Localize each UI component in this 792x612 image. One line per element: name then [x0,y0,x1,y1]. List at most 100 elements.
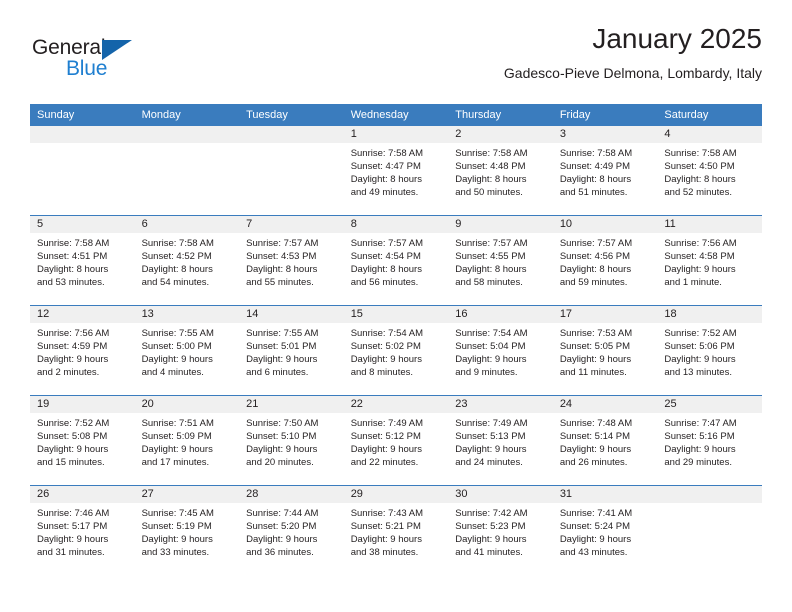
daylight-duration-line1: Daylight: 9 hours [559,354,632,366]
sunset-time: Sunset: 4:59 PM [37,341,108,353]
sunset-time: Sunset: 4:47 PM [350,161,421,173]
calendar-day-cell[interactable]: 15 Sunrise: 7:54 AM Sunset: 5:02 PM Dayligh… [343,305,449,396]
sunrise-time: Sunrise: 7:57 AM [350,238,424,249]
day-number: 29 [343,486,449,503]
calendar-day-cell[interactable]: 10 Sunrise: 7:57 AM Sunset: 4:56 PM Dayligh… [552,215,658,306]
day-number [239,126,344,143]
sunrise-time: Sunrise: 7:47 AM [664,418,737,429]
daylight-duration-line2: and 17 minutes. [141,457,210,469]
sunrise-time: Sunrise: 7:46 AM [37,508,110,519]
calendar-day-cell[interactable]: 17 Sunrise: 7:53 AM Sunset: 5:05 PM Dayligh… [552,305,658,396]
day-details: Sunrise: 7:52 AM Sunset: 5:08 PM Daylight:… [30,413,135,469]
sunset-time: Sunset: 4:50 PM [664,161,735,173]
day-details: Sunrise: 7:41 AM Sunset: 5:24 PM Daylight:… [553,503,658,559]
daylight-duration-line2: and 26 minutes. [559,457,628,469]
sunrise-time: Sunrise: 7:54 AM [350,328,424,339]
day-details: Sunrise: 7:58 AM Sunset: 4:49 PM Daylight:… [553,143,658,199]
page-title: January 2025 [592,23,762,54]
daylight-duration-line1: Daylight: 9 hours [664,354,736,366]
sunset-time: Sunset: 5:17 PM [37,521,108,533]
day-details: Sunrise: 7:55 AM Sunset: 5:01 PM Daylight:… [239,323,344,379]
sunrise-time: Sunrise: 7:57 AM [559,238,633,249]
calendar-day-cell[interactable]: 11 Sunrise: 7:56 AM Sunset: 4:58 PM Dayligh… [657,215,762,306]
day-details: Sunrise: 7:55 AM Sunset: 5:00 PM Daylight:… [135,323,240,379]
day-number: 19 [30,396,135,413]
day-details: Sunrise: 7:56 AM Sunset: 4:58 PM Daylight:… [657,233,762,289]
calendar-day-cell[interactable]: 22 Sunrise: 7:49 AM Sunset: 5:12 PM Dayligh… [343,395,449,486]
calendar-day-cell[interactable]: 5 Sunrise: 7:58 AM Sunset: 4:51 PM Daylight… [30,215,135,306]
calendar-day-cell[interactable]: 9 Sunrise: 7:57 AM Sunset: 4:55 PM Daylight… [448,215,553,306]
calendar-day-cell[interactable]: 16 Sunrise: 7:54 AM Sunset: 5:04 PM Dayligh… [448,305,553,396]
day-number: 24 [552,396,658,413]
day-number: 27 [134,486,240,503]
day-number: 26 [30,486,135,503]
daylight-duration-line1: Daylight: 8 hours [350,264,422,276]
calendar-day-cell[interactable]: 6 Sunrise: 7:58 AM Sunset: 4:52 PM Daylight… [134,215,240,306]
calendar-week-row: 12 Sunrise: 7:56 AM Sunset: 4:59 PM Dayligh… [30,305,762,396]
calendar-day-cell[interactable]: 25 Sunrise: 7:47 AM Sunset: 5:16 PM Dayligh… [657,395,762,486]
day-details: Sunrise: 7:47 AM Sunset: 5:16 PM Daylight:… [657,413,762,469]
day-details: Sunrise: 7:44 AM Sunset: 5:20 PM Daylight:… [239,503,344,559]
sunrise-time: Sunrise: 7:49 AM [350,418,424,429]
day-number: 10 [552,216,658,233]
calendar-day-cell-empty [239,126,344,216]
day-details: Sunrise: 7:51 AM Sunset: 5:09 PM Daylight:… [135,413,240,469]
calendar-week-row: 19 Sunrise: 7:52 AM Sunset: 5:08 PM Dayligh… [30,395,762,486]
sunset-time: Sunset: 4:52 PM [141,251,212,263]
sunrise-time: Sunrise: 7:54 AM [455,328,528,339]
sunrise-time: Sunrise: 7:52 AM [664,328,737,339]
daylight-duration-line1: Daylight: 9 hours [246,354,318,366]
day-details: Sunrise: 7:57 AM Sunset: 4:54 PM Daylight:… [344,233,449,289]
day-details: Sunrise: 7:49 AM Sunset: 5:12 PM Daylight:… [344,413,449,469]
daylight-duration-line2: and 53 minutes. [37,277,105,289]
sunset-time: Sunset: 5:16 PM [664,431,735,443]
sunset-time: Sunset: 5:06 PM [664,341,735,353]
calendar-day-cell[interactable]: 13 Sunrise: 7:55 AM Sunset: 5:00 PM Dayligh… [134,305,240,396]
weekday-header-sunday: Sunday [30,104,135,126]
calendar-day-cell[interactable]: 18 Sunrise: 7:52 AM Sunset: 5:06 PM Dayligh… [657,305,762,396]
calendar-day-cell[interactable]: 12 Sunrise: 7:56 AM Sunset: 4:59 PM Dayligh… [30,305,135,396]
daylight-duration-line1: Daylight: 9 hours [559,534,632,546]
day-number: 3 [552,126,658,143]
calendar-day-cell[interactable]: 8 Sunrise: 7:57 AM Sunset: 4:54 PM Daylight… [343,215,449,306]
daylight-duration-line2: and 1 minute. [664,277,722,289]
calendar-week-row: 5 Sunrise: 7:58 AM Sunset: 4:51 PM Daylight… [30,215,762,306]
daylight-duration-line2: and 36 minutes. [246,547,314,559]
daylight-duration-line1: Daylight: 9 hours [246,534,318,546]
weekday-header-tuesday: Tuesday [239,104,344,126]
sunrise-time: Sunrise: 7:48 AM [559,418,633,429]
sunrise-time: Sunrise: 7:57 AM [455,238,528,249]
calendar-day-cell[interactable]: 31 Sunrise: 7:41 AM Sunset: 5:24 PM Dayligh… [552,485,658,575]
day-number: 5 [30,216,135,233]
calendar-day-cell[interactable]: 24 Sunrise: 7:48 AM Sunset: 5:14 PM Dayligh… [552,395,658,486]
calendar-day-cell[interactable]: 4 Sunrise: 7:58 AM Sunset: 4:50 PM Daylight… [657,126,762,216]
daylight-duration-line2: and 20 minutes. [246,457,314,469]
calendar-day-cell[interactable]: 3 Sunrise: 7:58 AM Sunset: 4:49 PM Daylight… [552,126,658,216]
daylight-duration-line2: and 49 minutes. [350,187,419,199]
calendar-day-cell[interactable]: 30 Sunrise: 7:42 AM Sunset: 5:23 PM Dayligh… [448,485,553,575]
calendar-day-cell[interactable]: 7 Sunrise: 7:57 AM Sunset: 4:53 PM Daylight… [239,215,344,306]
calendar-day-cell[interactable]: 20 Sunrise: 7:51 AM Sunset: 5:09 PM Dayligh… [134,395,240,486]
daylight-duration-line2: and 11 minutes. [559,367,627,379]
calendar-day-cell[interactable]: 27 Sunrise: 7:45 AM Sunset: 5:19 PM Dayligh… [134,485,240,575]
day-details: Sunrise: 7:54 AM Sunset: 5:02 PM Daylight:… [344,323,449,379]
calendar-day-cell[interactable]: 26 Sunrise: 7:46 AM Sunset: 5:17 PM Dayligh… [30,485,135,575]
calendar-day-cell[interactable]: 19 Sunrise: 7:52 AM Sunset: 5:08 PM Dayligh… [30,395,135,486]
daylight-duration-line2: and 51 minutes. [559,187,628,199]
weekday-header-thursday: Thursday [448,104,553,126]
day-number: 6 [134,216,240,233]
calendar-day-cell[interactable]: 2 Sunrise: 7:58 AM Sunset: 4:48 PM Daylight… [448,126,553,216]
calendar-day-cell[interactable]: 29 Sunrise: 7:43 AM Sunset: 5:21 PM Dayligh… [343,485,449,575]
sunrise-time: Sunrise: 7:50 AM [246,418,319,429]
calendar-day-cell[interactable]: 21 Sunrise: 7:50 AM Sunset: 5:10 PM Dayligh… [239,395,344,486]
day-details: Sunrise: 7:56 AM Sunset: 4:59 PM Daylight:… [30,323,135,379]
calendar-day-cell[interactable]: 23 Sunrise: 7:49 AM Sunset: 5:13 PM Dayligh… [448,395,553,486]
calendar-day-cell[interactable]: 1 Sunrise: 7:58 AM Sunset: 4:47 PM Daylight… [343,126,449,216]
sunrise-time: Sunrise: 7:56 AM [664,238,737,249]
daylight-duration-line2: and 13 minutes. [664,367,732,379]
calendar-page: General Blue January 2025 Gadesco-Pieve … [0,0,792,612]
calendar-day-cell[interactable]: 28 Sunrise: 7:44 AM Sunset: 5:20 PM Dayligh… [239,485,344,575]
sunset-time: Sunset: 5:13 PM [455,431,526,443]
calendar-day-cell[interactable]: 14 Sunrise: 7:55 AM Sunset: 5:01 PM Dayligh… [239,305,344,396]
day-number: 12 [30,306,135,323]
